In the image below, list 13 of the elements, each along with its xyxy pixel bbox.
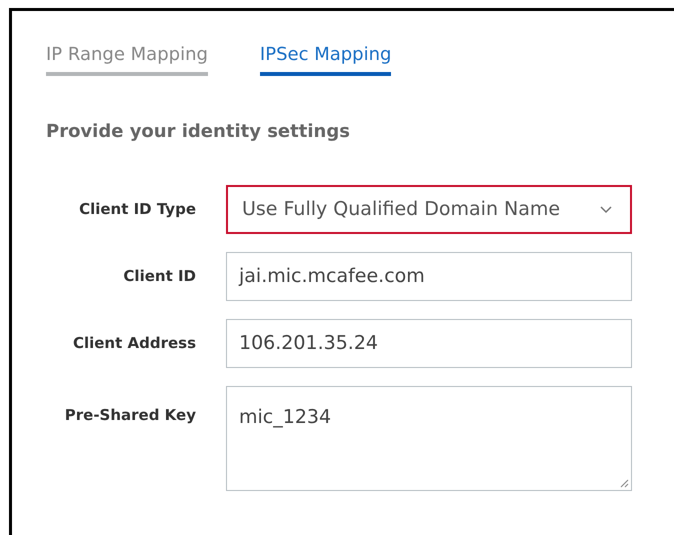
field-label: Client ID [123, 266, 196, 288]
field-label: Client Address [72, 333, 196, 354]
field-label: Pre-Shared Key [64, 405, 196, 426]
section-heading: Provide your identity settings [46, 120, 351, 144]
input-field[interactable]: jai.mic.mcafee.com [226, 252, 632, 301]
text-area[interactable]: mic_1234 [226, 386, 632, 491]
tab[interactable]: IPSec Mapping [260, 41, 392, 76]
chevron-down-icon [600, 206, 612, 214]
tab[interactable]: IP Range Mapping [46, 41, 208, 76]
resize-handle-icon [619, 478, 629, 488]
dropdown[interactable]: Use Fully Qualified Domain Name [226, 185, 632, 234]
input-field[interactable]: 106.201.35.24 [226, 319, 632, 368]
field-label: Client ID Type [79, 199, 196, 220]
